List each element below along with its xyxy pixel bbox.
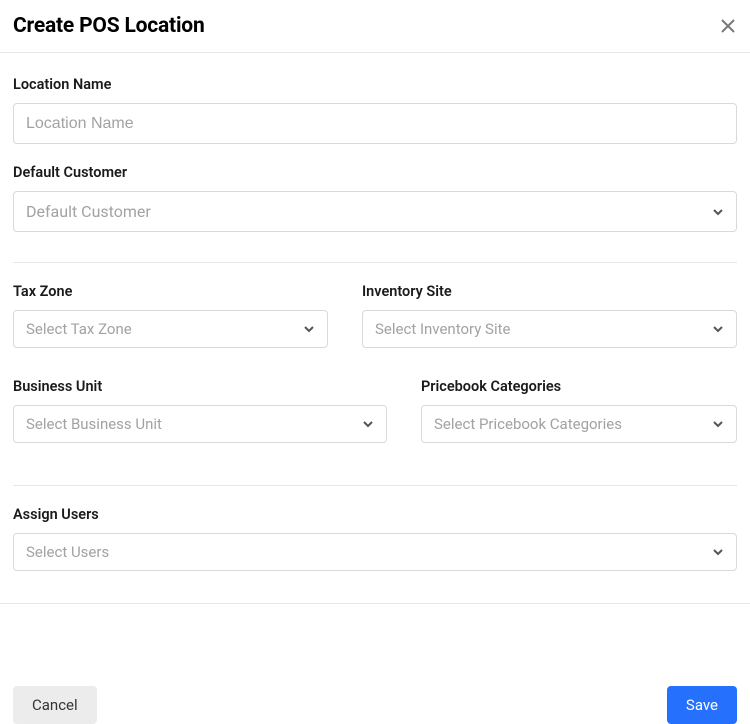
business-unit-placeholder: Select Business Unit [26,415,162,433]
pricebook-categories-label: Pricebook Categories [421,378,737,395]
location-name-label: Location Name [13,76,737,93]
inventory-site-placeholder: Select Inventory Site [375,320,510,338]
tax-zone-placeholder: Select Tax Zone [26,320,132,338]
location-name-input[interactable] [13,103,737,144]
business-unit-label: Business Unit [13,378,387,395]
dialog-body: Location Name Default Customer Default C… [0,53,750,660]
pricebook-categories-select[interactable]: Select Pricebook Categories [421,405,737,443]
divider [0,603,750,604]
chevron-down-icon [362,418,374,430]
inventory-site-label: Inventory Site [362,283,737,300]
cancel-button[interactable]: Cancel [13,686,97,724]
pricebook-categories-placeholder: Select Pricebook Categories [434,415,622,433]
tax-zone-col: Tax Zone Select Tax Zone [13,263,328,348]
inventory-site-select[interactable]: Select Inventory Site [362,310,737,348]
dialog-title: Create POS Location [13,14,205,38]
location-name-group: Location Name [13,76,737,144]
row-business-pricebook: Business Unit Select Business Unit Price… [13,368,737,443]
default-customer-label: Default Customer [13,164,737,181]
business-unit-group: Business Unit Select Business Unit [13,378,387,443]
assign-users-group: Assign Users Select Users [13,506,737,571]
close-icon[interactable] [718,16,738,36]
pricebook-categories-group: Pricebook Categories Select Pricebook Ca… [421,378,737,443]
chevron-down-icon [712,206,724,218]
inventory-site-col: Inventory Site Select Inventory Site [362,263,737,348]
dialog-header: Create POS Location [0,0,750,53]
save-button[interactable]: Save [667,686,737,724]
default-customer-group: Default Customer Default Customer [13,164,737,232]
create-pos-location-dialog: Create POS Location Location Name Defaul… [0,0,750,724]
pricebook-categories-col: Pricebook Categories Select Pricebook Ca… [421,368,737,443]
assign-users-placeholder: Select Users [26,543,109,561]
default-customer-placeholder: Default Customer [26,202,151,221]
divider [13,485,737,486]
chevron-down-icon [712,323,724,335]
inventory-site-group: Inventory Site Select Inventory Site [362,283,737,348]
assign-users-label: Assign Users [13,506,737,523]
tax-zone-select[interactable]: Select Tax Zone [13,310,328,348]
tax-zone-label: Tax Zone [13,283,328,300]
business-unit-col: Business Unit Select Business Unit [13,368,387,443]
chevron-down-icon [303,323,315,335]
tax-zone-group: Tax Zone Select Tax Zone [13,283,328,348]
chevron-down-icon [712,418,724,430]
business-unit-select[interactable]: Select Business Unit [13,405,387,443]
chevron-down-icon [712,546,724,558]
dialog-footer: Cancel Save [0,660,750,724]
row-tax-inventory: Tax Zone Select Tax Zone Inventory Site … [13,263,737,348]
assign-users-select[interactable]: Select Users [13,533,737,571]
default-customer-select[interactable]: Default Customer [13,191,737,232]
